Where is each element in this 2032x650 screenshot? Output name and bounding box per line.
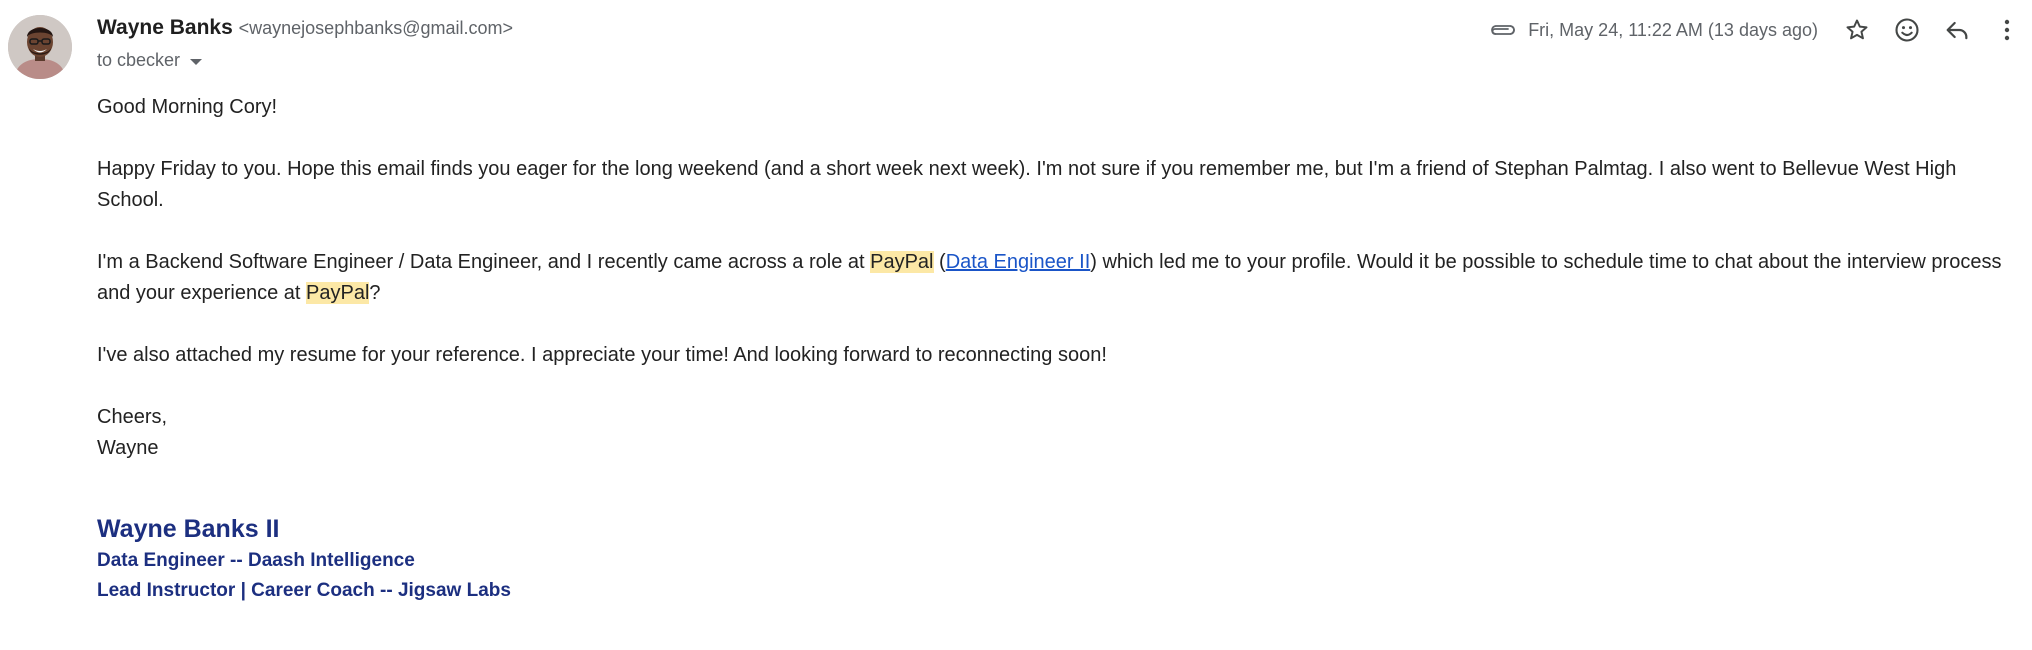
recipient-details-toggle[interactable]: to cbecker <box>97 50 203 71</box>
email-signature: Wayne Banks II Data Engineer -- Daash In… <box>97 512 511 606</box>
signature-name: Wayne Banks II <box>97 515 280 543</box>
email-message: Wayne Banks <waynejosephbanks@gmail.com>… <box>0 0 2032 650</box>
sender-avatar[interactable] <box>8 15 72 79</box>
job-posting-link[interactable]: Data Engineer II <box>946 251 1091 273</box>
attachment-icon <box>1488 18 1518 42</box>
reply-icon[interactable] <box>1932 10 1982 50</box>
search-highlight: PayPal <box>870 251 934 273</box>
body-paragraph: I've also attached my resume for your re… <box>97 344 1107 366</box>
signature-line: Lead Instructor | Career Coach -- Jigsaw… <box>97 580 511 601</box>
email-body: Good Morning Cory! Happy Friday to you. … <box>97 92 2017 464</box>
search-highlight: PayPal <box>306 282 370 304</box>
star-icon[interactable] <box>1832 10 1882 50</box>
chevron-down-icon[interactable] <box>190 58 203 65</box>
greeting: Good Morning Cory! <box>97 96 278 118</box>
closing: Cheers, <box>97 406 168 428</box>
sender-name[interactable]: Wayne Banks <box>97 16 233 39</box>
signature-line: Data Engineer -- Daash Intelligence <box>97 550 415 571</box>
message-meta: Fri, May 24, 11:22 AM (13 days ago) <box>1488 10 2032 50</box>
paragraph-text: ? <box>369 282 381 304</box>
more-vert-icon[interactable] <box>1982 10 2032 50</box>
body-paragraph: I'm a Backend Software Engineer / Data E… <box>97 247 2017 309</box>
avatar-image <box>8 15 72 79</box>
sender-email[interactable]: <waynejosephbanks@gmail.com> <box>239 18 513 38</box>
emoji-icon[interactable] <box>1882 10 1932 50</box>
paragraph-text: ( <box>933 251 946 273</box>
message-date: Fri, May 24, 11:22 AM (13 days ago) <box>1528 19 1818 40</box>
body-paragraph: Happy Friday to you. Hope this email fin… <box>97 158 1957 211</box>
recipient-label: to cbecker <box>97 50 181 70</box>
sender-line: Wayne Banks <waynejosephbanks@gmail.com> <box>97 16 513 40</box>
paragraph-text: I'm a Backend Software Engineer / Data E… <box>97 251 871 273</box>
signoff: Wayne <box>97 437 159 459</box>
